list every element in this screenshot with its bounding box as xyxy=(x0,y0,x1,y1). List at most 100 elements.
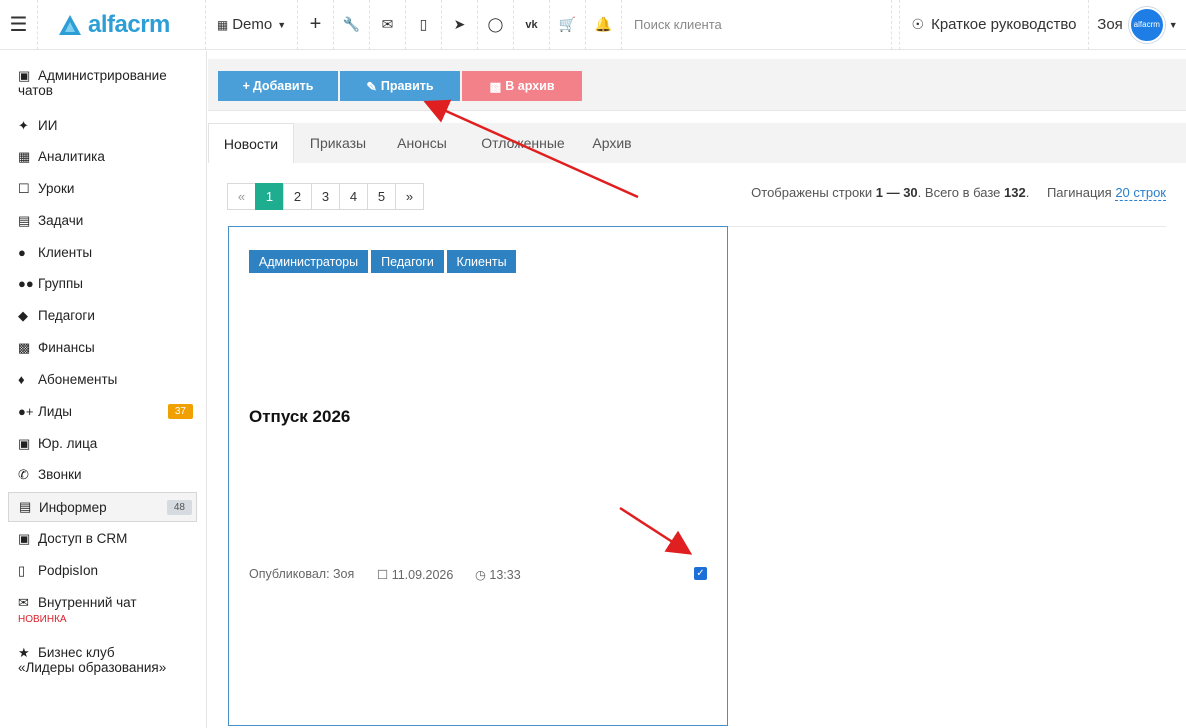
branch-selector[interactable]: ▦ Demo ▼ xyxy=(206,0,298,50)
guide-label: Краткое руководство xyxy=(931,16,1077,33)
sidebar-item-label: Администрирование чатов xyxy=(18,68,167,98)
pagination-page[interactable]: 4 xyxy=(339,183,368,210)
telegram-icon[interactable]: ➤ xyxy=(442,0,478,50)
sidebar-item-label: Аналитика xyxy=(38,149,105,164)
wrench-icon[interactable]: 🔧 xyxy=(334,0,370,50)
rows-info: Отображены строки 1 — 30. Всего в базе 1… xyxy=(751,185,1166,201)
edit-button-label: Править xyxy=(380,79,434,93)
menu-icon[interactable]: ☰ xyxy=(0,0,38,50)
sidebar-item-ai[interactable]: ✦ ИИ xyxy=(8,118,197,134)
sidebar-item-chat-admin[interactable]: ▣ Администрирование чатов xyxy=(8,68,197,98)
tab-news[interactable]: Новости xyxy=(208,123,294,163)
user-menu[interactable]: Зоя alfacrm ▼ xyxy=(1089,0,1186,50)
audience-tag: Администраторы xyxy=(249,250,368,273)
sidebar-item-leads[interactable]: ●+ Лиды 37 xyxy=(8,404,197,419)
add-button-label: Добавить xyxy=(252,79,314,93)
sidebar-item-label: ИИ xyxy=(38,118,58,133)
pagination-page[interactable]: 1 xyxy=(255,183,284,210)
sidebar-item-analytics[interactable]: ▦ Аналитика xyxy=(8,149,197,165)
pagination: « 1 2 3 4 5 » xyxy=(227,183,424,210)
vk-icon[interactable]: vk xyxy=(514,0,550,50)
edit-button[interactable]: ✎ Править xyxy=(340,71,460,101)
clock-icon: ◷ xyxy=(475,568,486,582)
tab-archive[interactable]: Архив xyxy=(583,123,641,163)
lightbulb-icon: ☉ xyxy=(911,16,925,32)
tag-icon: ♦ xyxy=(18,372,25,387)
pagination-page[interactable]: 3 xyxy=(311,183,340,210)
sidebar-item-podpislon[interactable]: ▯ PodpisIon xyxy=(8,563,197,579)
sidebar-item-label: Задачи xyxy=(38,213,84,228)
user-icon: ● xyxy=(18,245,26,260)
tab-orders[interactable]: Приказы xyxy=(298,123,378,163)
tab-announcements[interactable]: Анонсы xyxy=(383,123,461,163)
pagination-next[interactable]: » xyxy=(395,183,424,210)
sidebar-item-internal-chat[interactable]: ✉ Внутренний чат НОВИНКА xyxy=(8,595,197,625)
sidebar-item-subscriptions[interactable]: ♦ Абонементы xyxy=(8,372,197,387)
tab-deferred[interactable]: Отложенные xyxy=(471,123,575,163)
news-date: ☐ 11.09.2026 xyxy=(377,567,453,582)
sidebar-item-groups[interactable]: ●● Группы xyxy=(8,276,197,291)
search-placeholder: Поиск клиента xyxy=(634,17,722,32)
rows-info-suffix: . xyxy=(1025,185,1030,200)
sidebar-item-informer[interactable]: ▤ Информер 48 xyxy=(8,492,197,522)
star-icon: ★ xyxy=(18,645,30,660)
sidebar-item-label: Бизнес клуб «Лидеры образования» xyxy=(18,645,167,675)
sidebar-item-tasks[interactable]: ▤ Задачи xyxy=(8,213,197,229)
rows-total: 132 xyxy=(1004,185,1026,200)
sidebar-item-lessons[interactable]: ☐ Уроки xyxy=(8,181,197,197)
sidebar-item-label: Юр. лица xyxy=(38,436,98,451)
plus-icon: + xyxy=(242,79,250,93)
user-plus-icon: ●+ xyxy=(18,404,34,419)
sidebar-item-legal-entities[interactable]: ▣ Юр. лица xyxy=(8,436,197,452)
user-name: Зоя xyxy=(1097,16,1123,33)
mobile-icon[interactable]: ▯ xyxy=(406,0,442,50)
sidebar-item-label: Абонементы xyxy=(38,372,118,387)
envelope-icon: ✉ xyxy=(18,595,29,610)
bell-icon[interactable]: 🔔 xyxy=(586,0,622,50)
mail-icon[interactable]: ✉ xyxy=(370,0,406,50)
sidebar-item-crm-access[interactable]: ▣ Доступ в CRM xyxy=(8,531,197,547)
news-tabs: Новости Приказы Анонсы Отложенные Архив xyxy=(208,123,1186,163)
logo[interactable]: alfacrm xyxy=(38,0,206,50)
pagination-page[interactable]: 5 xyxy=(367,183,396,210)
quick-guide-link[interactable]: ☉ Краткое руководство xyxy=(899,0,1089,50)
cart-icon[interactable]: 🛒 xyxy=(550,0,586,50)
logo-text: alfacrm xyxy=(88,10,170,38)
new-tag: НОВИНКА xyxy=(18,614,67,625)
select-checkbox[interactable]: ✓ xyxy=(694,567,707,580)
chat-bubble-icon[interactable]: ◯ xyxy=(478,0,514,50)
sidebar-item-label: Клиенты xyxy=(38,245,93,260)
news-author: Опубликовал: Зоя xyxy=(249,567,355,581)
search-client-input[interactable]: Поиск клиента xyxy=(622,0,892,50)
sidebar-item-label: Группы xyxy=(38,276,83,291)
sidebar-item-label: Внутренний чат НОВИНКА xyxy=(18,595,137,625)
add-icon[interactable]: + xyxy=(298,0,334,50)
news-card[interactable]: Администраторы Педагоги Клиенты Отпуск 2… xyxy=(228,226,728,726)
pagination-page[interactable]: 2 xyxy=(283,183,312,210)
pencil-icon: ✎ xyxy=(366,79,377,94)
sidebar-item-clients[interactable]: ● Клиенты xyxy=(8,245,197,260)
lock-icon: ▣ xyxy=(18,531,31,546)
sparkle-icon: ✦ xyxy=(18,118,29,133)
sidebar-item-label: Педагоги xyxy=(38,308,95,323)
archive-button-label: В архив xyxy=(505,79,555,93)
per-page-selector[interactable]: 20 строк xyxy=(1115,185,1166,201)
add-button[interactable]: + Добавить xyxy=(218,71,338,101)
sidebar-item-business-club[interactable]: ★ Бизнес клуб «Лидеры образования» xyxy=(8,645,197,675)
sidebar-item-teachers[interactable]: ◆ Педагоги xyxy=(8,308,197,324)
phone-icon: ✆ xyxy=(18,467,29,482)
chevron-down-icon: ▼ xyxy=(1168,19,1178,30)
rows-range: 1 — 30 xyxy=(875,185,918,200)
branch-label: Demo xyxy=(232,16,273,33)
avatar: alfacrm xyxy=(1128,6,1165,43)
per-page-label: Пагинация xyxy=(1046,185,1112,200)
sidebar-item-label: Звонки xyxy=(38,467,82,482)
chevron-down-icon: ▼ xyxy=(277,19,287,30)
chats-icon: ▣ xyxy=(18,68,31,83)
sidebar-item-finance[interactable]: ▩ Финансы xyxy=(8,340,197,356)
archive-button[interactable]: ▩ В архив xyxy=(462,71,582,101)
news-time-value: 13:33 xyxy=(489,568,521,582)
pagination-prev[interactable]: « xyxy=(227,183,256,210)
rows-info-mid: . Всего в базе xyxy=(917,185,1004,200)
sidebar-item-calls[interactable]: ✆ Звонки xyxy=(8,467,197,483)
